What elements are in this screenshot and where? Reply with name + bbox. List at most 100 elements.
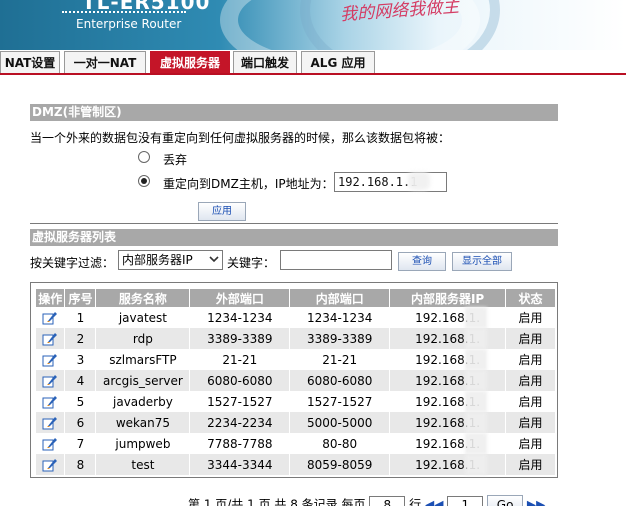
row-internal-ip-cell: 192.168.1.	[389, 454, 507, 475]
edit-icon[interactable]	[42, 311, 58, 325]
pagination: 第 1 页/共 1 页 共 8 条记录 每页 8 行 ◀◀ 1 Go ▶▶	[188, 495, 545, 506]
row-action-cell	[36, 307, 66, 328]
radio-discard[interactable]	[138, 151, 150, 163]
edit-icon[interactable]	[42, 437, 58, 451]
row-service-name: wekan75	[95, 412, 191, 433]
redaction-mask	[408, 172, 430, 190]
tab-alg[interactable]: ALG 应用	[301, 51, 375, 73]
row-service-name: javatest	[95, 307, 191, 328]
col-header-action: 操作	[36, 289, 66, 307]
row-action-cell	[36, 349, 66, 370]
row-internal-port: 21-21	[289, 349, 391, 370]
tab-nat-settings[interactable]: NAT设置	[0, 51, 60, 73]
col-header-internal-ip: 内部服务器IP	[389, 289, 507, 307]
edit-icon[interactable]	[42, 416, 58, 430]
row-internal-port: 80-80	[289, 433, 391, 454]
row-status: 启用	[505, 454, 556, 475]
edit-icon[interactable]	[42, 353, 58, 367]
radio-discard-label: 丢弃	[163, 153, 188, 167]
tab-virtual-server[interactable]: 虚拟服务器	[150, 51, 230, 73]
divider	[30, 223, 558, 224]
edit-icon[interactable]	[42, 332, 58, 346]
row-internal-port: 3389-3389	[289, 328, 391, 349]
row-no: 7	[64, 433, 97, 454]
row-status: 启用	[505, 349, 556, 370]
row-external-port: 2234-2234	[189, 412, 291, 433]
nat-tab-bar: NAT设置 一对一NAT 虚拟服务器 端口触发 ALG 应用	[0, 51, 626, 75]
row-action-cell	[36, 412, 66, 433]
brand-divider	[62, 11, 186, 13]
row-internal-port: 6080-6080	[289, 370, 391, 391]
redaction-mask	[465, 454, 488, 475]
filter-label: 按关键字过滤：	[30, 256, 115, 270]
redaction-mask	[465, 433, 488, 454]
page-number-input[interactable]: 1	[447, 496, 484, 506]
row-external-port: 3389-3389	[189, 328, 291, 349]
row-internal-ip-cell: 192.168.1.	[389, 391, 507, 412]
row-action-cell	[36, 391, 66, 412]
virtual-server-table: 操作 序号 服务名称 外部端口 内部端口 内部服务器IP 状态 1 javates…	[36, 289, 556, 475]
row-external-port: 1527-1527	[189, 391, 291, 412]
table-row: 3 szlmarsFTP 21-21 21-21 192.168.1. 启用	[36, 349, 556, 370]
row-no: 4	[64, 370, 97, 391]
row-action-cell	[36, 328, 66, 349]
row-external-port: 1234-1234	[189, 307, 291, 328]
table-row: 1 javatest 1234-1234 1234-1234 192.168.1. 启用	[36, 307, 556, 328]
virtual-server-table-frame: 操作 序号 服务名称 外部端口 内部端口 内部服务器IP 状态 1 javates…	[30, 282, 558, 478]
show-all-button[interactable]: 显示全部	[452, 252, 512, 271]
row-internal-ip-cell: 192.168.1.	[389, 328, 507, 349]
col-header-external-port: 外部端口	[189, 289, 291, 307]
row-internal-ip-cell: 192.168.1.	[389, 349, 507, 370]
tab-one-to-one-nat[interactable]: 一对一NAT	[64, 51, 146, 73]
table-row: 2 rdp 3389-3389 3389-3389 192.168.1. 启用	[36, 328, 556, 349]
row-service-name: javaderby	[95, 391, 191, 412]
radio-redirect-label: 重定向到DMZ主机，IP地址为：	[163, 177, 334, 191]
redaction-mask	[465, 412, 488, 433]
row-action-cell	[36, 370, 66, 391]
chevron-down-icon	[209, 256, 219, 263]
row-internal-ip-cell: 192.168.1.	[389, 307, 507, 328]
row-service-name: szlmarsFTP	[95, 349, 191, 370]
edit-icon[interactable]	[42, 395, 58, 409]
row-no: 5	[64, 391, 97, 412]
edit-icon[interactable]	[42, 458, 58, 472]
row-internal-ip-cell: 192.168.1.	[389, 412, 507, 433]
row-service-name: test	[95, 454, 191, 475]
filter-field-select[interactable]: 内部服务器IP	[118, 250, 223, 270]
query-button[interactable]: 查询	[398, 252, 446, 271]
col-header-internal-port: 内部端口	[289, 289, 391, 307]
row-status: 启用	[505, 370, 556, 391]
table-row: 4 arcgis_server 6080-6080 6080-6080 192.168.…	[36, 370, 556, 391]
row-external-port: 21-21	[189, 349, 291, 370]
row-external-port: 7788-7788	[189, 433, 291, 454]
radio-redirect-dmz[interactable]	[138, 175, 150, 187]
per-page-input[interactable]: 8	[369, 496, 406, 506]
redaction-mask	[465, 349, 488, 370]
go-button[interactable]: Go	[487, 495, 524, 506]
row-action-cell	[36, 454, 66, 475]
row-internal-port: 1527-1527	[289, 391, 391, 412]
table-row: 8 test 3344-3344 8059-8059 192.168.1. 启用	[36, 454, 556, 475]
row-internal-ip-cell: 192.168.1.	[389, 433, 507, 454]
keyword-input[interactable]	[280, 250, 392, 270]
first-page-icon[interactable]: ◀◀	[425, 498, 443, 506]
last-page-icon[interactable]: ▶▶	[527, 498, 545, 506]
edit-icon[interactable]	[42, 374, 58, 388]
dmz-apply-button[interactable]: 应用	[198, 202, 246, 221]
table-header-row: 操作 序号 服务名称 外部端口 内部端口 内部服务器IP 状态	[36, 289, 556, 307]
redaction-mask	[465, 391, 488, 412]
row-status: 启用	[505, 433, 556, 454]
row-internal-port: 1234-1234	[289, 307, 391, 328]
tab-port-trigger[interactable]: 端口触发	[233, 51, 297, 73]
col-header-service-name: 服务名称	[95, 289, 191, 307]
row-no: 3	[64, 349, 97, 370]
row-internal-port: 5000-5000	[289, 412, 391, 433]
table-row: 5 javaderby 1527-1527 1527-1527 192.168.1. 启用	[36, 391, 556, 412]
pager-rows-label: 行	[409, 497, 422, 506]
redaction-mask	[465, 328, 488, 349]
dmz-ip-input[interactable]: 192.168.1.1	[334, 172, 447, 192]
dmz-section-header: DMZ(非管制区)	[30, 104, 558, 121]
row-status: 启用	[505, 328, 556, 349]
row-status: 启用	[505, 391, 556, 412]
row-service-name: jumpweb	[95, 433, 191, 454]
